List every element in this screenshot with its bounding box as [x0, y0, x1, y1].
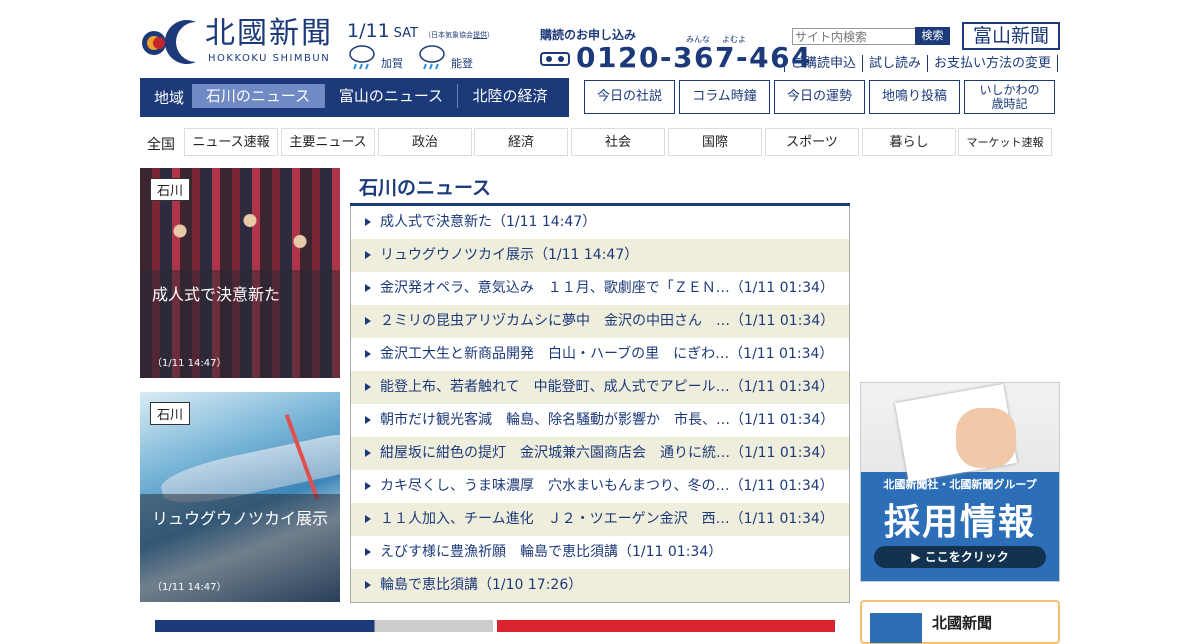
news-item-text: 紺屋坂に紺色の提灯 金沢城兼六園商店会 通りに統…（1/11 01:34）: [380, 445, 835, 461]
news-item-text: カキ尽くし、うま味濃厚 穴水まいもんまつり、冬の…（1/11 01:34）: [380, 478, 834, 494]
news-item-text: 輪島で恵比須講（1/10 17:26）: [380, 577, 583, 593]
photo-time: （1/11 14:47）: [152, 358, 227, 369]
arrow-right-icon: [365, 581, 371, 589]
logo-subtitle: HOKKOKU SHIMBUN: [208, 53, 331, 64]
ad-click-button[interactable]: ▶ ここをクリック: [874, 546, 1046, 568]
news-item[interactable]: ２ミリの昆虫アリヅカムシに夢中 金沢の中田さん …（1/11 01:34）: [351, 305, 849, 338]
arrow-right-icon: [365, 251, 371, 259]
category-politics[interactable]: 政治: [378, 128, 472, 156]
news-item[interactable]: カキ尽くし、うま味濃厚 穴水まいもんまつり、冬の…（1/11 01:34）: [351, 470, 849, 503]
hokkoku-logo-icon: [870, 613, 922, 643]
bottom-banner-1[interactable]: [155, 620, 493, 632]
category-top-news[interactable]: 主要ニュース: [281, 128, 375, 156]
news-item[interactable]: リュウグウノツカイ展示（1/11 14:47）: [351, 239, 849, 272]
column-jisho-button[interactable]: コラム時鐘: [679, 80, 770, 114]
arrow-right-icon: [365, 383, 371, 391]
news-item[interactable]: 金沢工大生と新商品開発 白山・ハーブの里 にぎわ…（1/11 01:34）: [351, 338, 849, 371]
news-item[interactable]: 紺屋坂に紺色の提灯 金沢城兼六園商店会 通りに統…（1/11 01:34）: [351, 437, 849, 470]
trial-link[interactable]: 試し読み: [862, 55, 927, 72]
logo-title[interactable]: 北國新聞: [205, 16, 333, 52]
category-market[interactable]: マーケット速報: [958, 128, 1052, 156]
subscribe-link[interactable]: ご購読申込: [784, 55, 862, 72]
ad-subtitle: 北國新聞社・北國新聞グループ: [883, 478, 1037, 491]
category-society[interactable]: 社会: [571, 128, 665, 156]
news-item-text: 金沢発オペラ、意気込み １１月、歌劇座で「ＺＥＮ…（1/11 01:34）: [380, 280, 834, 296]
arrow-right-icon: [365, 548, 371, 556]
news-item[interactable]: 金沢発オペラ、意気込み １１月、歌劇座で「ＺＥＮ…（1/11 01:34）: [351, 272, 849, 305]
category-international[interactable]: 国際: [668, 128, 762, 156]
arrow-right-icon: [365, 482, 371, 490]
search-input[interactable]: [792, 28, 918, 45]
news-item[interactable]: 朝市だけ観光客減 輪島、除名騒動が影響か 市長、…（1/11 01:34）: [351, 404, 849, 437]
weather-noto[interactable]: 能登: [417, 44, 473, 72]
featured-photo-1[interactable]: 石川 成人式で決意新た （1/11 14:47）: [140, 168, 340, 378]
seasonal-calendar-button[interactable]: いしかわの 歳時記: [964, 80, 1055, 114]
category-breaking-news[interactable]: ニュース速報: [184, 128, 278, 156]
arrow-right-icon: [365, 449, 371, 457]
news-item-text: ２ミリの昆虫アリヅカムシに夢中 金沢の中田さん …（1/11 01:34）: [380, 313, 835, 329]
payment-link[interactable]: お支払い方法の変更: [927, 55, 1059, 72]
news-section-title: 石川のニュース: [359, 177, 492, 199]
weather-label-noto: 能登: [451, 57, 473, 70]
arrow-right-icon: [365, 350, 371, 358]
region-label: 地域: [154, 89, 185, 107]
weather-credit-link[interactable]: 提供: [473, 31, 487, 39]
tab-ishikawa-news[interactable]: 石川のニュース: [192, 84, 325, 108]
featured-photo-2[interactable]: 石川 リュウグウノツカイ展示 （1/11 14:47）: [140, 392, 340, 602]
logo-icon[interactable]: [140, 16, 200, 66]
editorial-button[interactable]: 今日の社説: [584, 80, 675, 114]
arrow-right-icon: [365, 218, 371, 226]
news-item-text: １１人加入、チーム進化 Ｊ２・ツエーゲン金沢 西…（1/11 01:34）: [380, 511, 834, 527]
free-dial-icon: [540, 52, 570, 66]
arrow-right-icon: [365, 317, 371, 325]
rain-icon: [419, 45, 445, 70]
ad-title: 採用情報: [883, 502, 1036, 543]
date-text: 1/11: [347, 20, 390, 42]
subscribe-phone[interactable]: 0120-367-464: [576, 41, 812, 74]
hokkoku-side-box[interactable]: 北國新聞: [860, 600, 1060, 644]
weekday-text: SAT: [393, 26, 418, 41]
photo-title[interactable]: 成人式で決意新た: [152, 281, 280, 305]
news-item-text: えびす様に豊漁祈願 輪島で恵比須講（1/11 01:34）: [380, 544, 723, 560]
tab-toyama-news[interactable]: 富山のニュース: [325, 84, 458, 108]
arrow-right-icon: [365, 284, 371, 292]
news-item[interactable]: 輪島で恵比須講（1/10 17:26）: [351, 569, 849, 602]
weather-kaga[interactable]: 加賀: [347, 44, 403, 72]
date-display: 1/11 SAT: [347, 20, 418, 42]
recruitment-ad-banner[interactable]: 北國新聞社・北國新聞グループ 採用情報 ▶ ここをクリック: [860, 382, 1060, 582]
news-item[interactable]: １１人加入、チーム進化 Ｊ２・ツエーゲン金沢 西…（1/11 01:34）: [351, 503, 849, 536]
photo-tag: 石川: [150, 402, 191, 425]
reader-post-button[interactable]: 地鳴り投稿: [869, 80, 960, 114]
horoscope-button[interactable]: 今日の運勢: [774, 80, 865, 114]
weather-credit: （日本気象協会提供）: [424, 30, 494, 40]
subscription-links: ご購読申込 試し読み お支払い方法の変更: [784, 55, 1059, 72]
photo-tag: 石川: [150, 178, 191, 201]
photo-time: （1/11 14:47）: [152, 582, 227, 593]
category-national-label[interactable]: 全国: [147, 134, 175, 154]
category-living[interactable]: 暮らし: [862, 128, 956, 156]
news-item-text: 朝市だけ観光客減 輪島、除名騒動が影響か 市長、…（1/11 01:34）: [380, 412, 835, 428]
arrow-right-icon: [365, 515, 371, 523]
news-list: 成人式で決意新た（1/11 14:47） リュウグウノツカイ展示（1/11 14…: [350, 206, 850, 603]
weather-credit-prefix: （日本気象協会: [424, 31, 473, 39]
photo-title[interactable]: リュウグウノツカイ展示: [152, 505, 328, 529]
tab-hokuriku-economy[interactable]: 北陸の経済: [458, 84, 562, 108]
search-button[interactable]: 検索: [915, 27, 950, 45]
news-item-text: 成人式で決意新た（1/11 14:47）: [380, 214, 597, 230]
category-sports[interactable]: スポーツ: [765, 128, 859, 156]
rain-icon: [349, 45, 375, 70]
news-item-text: 金沢工大生と新商品開発 白山・ハーブの里 にぎわ…（1/11 01:34）: [380, 346, 834, 362]
ad-hand-image: [956, 408, 1016, 468]
news-item-text: リュウグウノツカイ展示（1/11 14:47）: [380, 247, 639, 263]
category-economy[interactable]: 経済: [474, 128, 568, 156]
news-item-text: 能登上布、若者触れて 中能登町、成人式でアピール…（1/11 01:34）: [380, 379, 834, 395]
bottom-banner-2[interactable]: [497, 620, 835, 632]
weather-credit-suffix: ）: [487, 31, 494, 39]
news-item[interactable]: 成人式で決意新た（1/11 14:47）: [351, 206, 849, 239]
news-item[interactable]: えびす様に豊漁祈願 輪島で恵比須講（1/11 01:34）: [351, 536, 849, 569]
news-item[interactable]: 能登上布、若者触れて 中能登町、成人式でアピール…（1/11 01:34）: [351, 371, 849, 404]
weather-label-kaga: 加賀: [381, 57, 403, 70]
arrow-right-icon: [365, 416, 371, 424]
toyama-shimbun-button[interactable]: 富山新聞: [962, 22, 1060, 50]
